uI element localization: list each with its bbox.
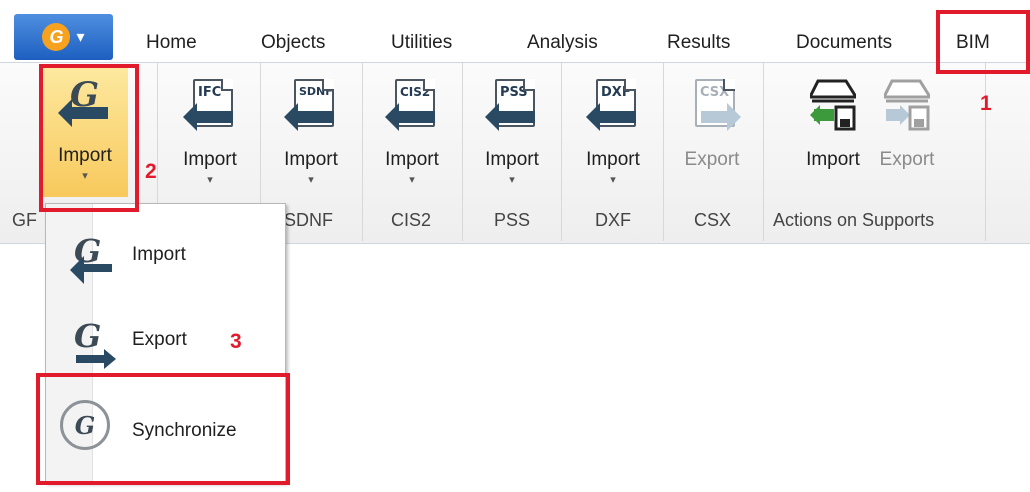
ifc-file-icon: IFC: [183, 79, 233, 141]
group-label-actions-on-supports: Actions on Supports: [773, 210, 935, 230]
highlight-bim-tab: [936, 10, 1030, 74]
ifc-import-button[interactable]: IFC Import ▾: [170, 69, 250, 186]
supports-export-label: Export: [879, 149, 935, 170]
cis2-import-button[interactable]: CIS2 Import ▾: [372, 69, 452, 186]
group-label-sdnf: SDNF: [284, 210, 333, 230]
step-number-2: 2: [145, 160, 157, 183]
pss-import-label: Import: [485, 149, 539, 170]
supports-export-button[interactable]: Export: [867, 69, 947, 171]
tab-results[interactable]: Results: [667, 32, 730, 54]
highlight-synchronize: [36, 373, 290, 485]
csx-export-label: Export: [684, 149, 740, 170]
tab-analysis[interactable]: Analysis: [527, 32, 598, 54]
ifc-import-label: Import: [183, 149, 237, 170]
export-icon: G: [74, 317, 102, 355]
chevron-down-icon: ▾: [207, 174, 213, 186]
pss-file-icon: PSS: [485, 79, 535, 141]
pss-import-button[interactable]: PSS Import ▾: [472, 69, 552, 186]
menu-item-export[interactable]: G Export: [46, 299, 285, 379]
step-number-3: 3: [230, 330, 242, 353]
supports-import-label: Import: [806, 149, 860, 170]
csx-file-icon: CSX: [689, 79, 741, 141]
step-number-1: 1: [980, 92, 992, 115]
supports-export-icon: [884, 79, 930, 141]
supports-import-icon: [810, 79, 856, 141]
cis2-import-label: Import: [385, 149, 439, 170]
group-label-gf: GF: [12, 210, 37, 230]
group-label-csx: CSX: [694, 210, 732, 230]
dxf-import-button[interactable]: DXF Import ▾: [573, 69, 653, 186]
csx-export-button[interactable]: CSX Export: [672, 69, 752, 171]
sdnf-file-icon: SDNF: [284, 79, 334, 141]
tab-utilities[interactable]: Utilities: [391, 32, 452, 54]
supports-import-button[interactable]: Import: [793, 69, 873, 171]
group-label-pss: PSS: [494, 210, 531, 230]
tab-documents[interactable]: Documents: [796, 32, 892, 54]
menu-item-import[interactable]: G Import: [46, 214, 285, 294]
chevron-down-icon: ▾: [308, 174, 314, 186]
chevron-down-icon: ▾: [610, 174, 616, 186]
menu-item-import-label: Import: [132, 244, 186, 265]
menu-item-export-label: Export: [132, 329, 187, 350]
group-label-dxf: DXF: [595, 210, 631, 230]
ribbon-tab-bar: Home Objects Utilities Analysis Results …: [0, 14, 1030, 62]
sdnf-import-label: Import: [284, 149, 338, 170]
group-label-cis2: CIS2: [391, 210, 432, 230]
dxf-import-label: Import: [586, 149, 640, 170]
chevron-down-icon: ▾: [409, 174, 415, 186]
sdnf-import-button[interactable]: SDNF Import ▾: [271, 69, 351, 186]
highlight-gf-import: [39, 64, 139, 212]
chevron-down-icon: ▾: [509, 174, 515, 186]
tab-objects[interactable]: Objects: [261, 32, 325, 54]
tab-home[interactable]: Home: [146, 32, 197, 54]
cis2-file-icon: CIS2: [385, 79, 435, 141]
dxf-file-icon: DXF: [586, 79, 636, 141]
